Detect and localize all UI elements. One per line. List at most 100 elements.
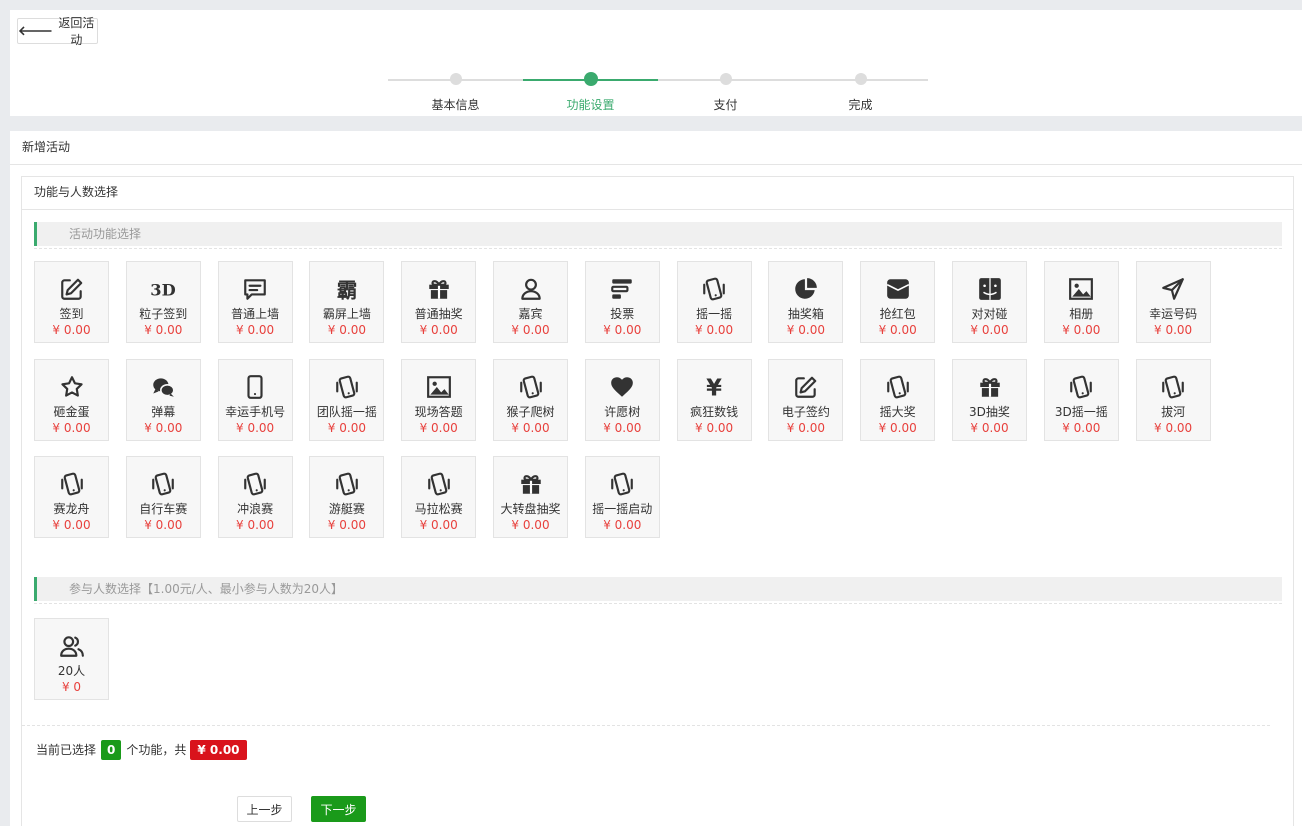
feature-card[interactable]: 摇一摇 ¥ 0.00 [676,261,752,343]
feature-card[interactable]: 签到 ¥ 0.00 [34,261,109,343]
feature-card[interactable]: 猴子爬树 ¥ 0.00 [493,358,568,441]
feature-card[interactable]: 投票 ¥ 0.00 [584,261,660,343]
total-price-badge: ¥ 0.00 [190,740,247,760]
next-step-button[interactable]: 下一步 [311,796,366,822]
feature-card[interactable]: 许愿树 ¥ 0.00 [584,358,660,441]
envelope-icon [885,276,911,302]
feature-card[interactable]: 普通抽奖 ¥ 0.00 [401,261,477,343]
feature-selection-box: 功能与人数选择 活动功能选择 签到 ¥ 0.00 3D 粒子签到 ¥ 0.00 普通上墙 ¥… [21,176,1294,826]
card-price: ¥ 0.00 [52,420,91,435]
card-name: 抢红包 [879,307,916,321]
features-heading: 活动功能选择 [34,222,1282,249]
card-name: 电子签约 [781,404,830,419]
feature-card[interactable]: 霸霸屏上墙 ¥ 0.00 [309,261,385,343]
card-price: ¥ 0.00 [236,518,275,532]
prev-step-button[interactable]: 上一步 [237,796,292,822]
card-name: 粒子签到 [139,307,188,321]
feature-card[interactable]: 相册 ¥ 0.00 [1043,261,1119,343]
pie-chart-icon [793,276,819,302]
shake-phone-icon [150,471,176,497]
feature-card[interactable]: 现场答题 ¥ 0.00 [401,358,477,441]
message-icon [242,276,268,302]
step-label: 完成 [848,98,873,112]
svg-text:霸: 霸 [337,279,358,302]
feature-card[interactable]: 拔河 ¥ 0.00 [1135,358,1211,441]
card-name: 砸金蛋 [53,404,90,419]
mobile-icon [242,374,268,400]
feature-card[interactable]: 团队摇一摇 ¥ 0.00 [309,358,385,441]
bars-icon [609,276,635,302]
card-price: ¥ 0.00 [786,420,825,435]
card-price: ¥ 0.00 [236,420,275,435]
feature-card[interactable]: 摇一摇启动 ¥ 0.00 [584,456,660,538]
card-price: ¥ 0.00 [511,323,550,337]
feature-card[interactable]: 对对碰 ¥ 0.00 [952,261,1027,343]
feature-card[interactable]: 摇大奖 ¥ 0.00 [860,358,936,441]
feature-card[interactable]: 马拉松赛 ¥ 0.00 [401,456,477,538]
edit-icon [793,374,819,400]
step-dot [854,73,867,85]
users-icon [59,633,85,659]
step-feature-settings: 功能设置 [523,70,658,113]
selected-count-badge: 0 [101,740,122,760]
feature-card[interactable]: 砸金蛋 ¥ 0.00 [34,358,109,441]
feature-card[interactable]: 赛龙舟 ¥ 0.00 [34,456,109,538]
feature-card[interactable]: 普通上墙 ¥ 0.00 [217,261,293,343]
feature-card[interactable]: 大转盘抽奖 ¥ 0.00 [493,456,568,538]
card-name: 冲浪赛 [237,502,274,516]
card-price: ¥ 0.00 [603,323,642,337]
back-to-activities-button[interactable]: 🡐 返回活动 [17,16,98,47]
card-price: ¥ 0.00 [419,323,458,337]
feature-card[interactable]: 抢红包 ¥ 0.00 [860,261,936,343]
image-icon [1068,276,1094,302]
feature-card[interactable]: 幸运手机号 ¥ 0.00 [217,358,293,441]
card-price: ¥ 0.00 [1154,323,1193,337]
shake-phone-icon [1160,374,1186,400]
feature-card[interactable]: 自行车赛 ¥ 0.00 [125,456,201,538]
card-name: 现场答题 [414,404,463,419]
feature-card[interactable]: 电子签约 ¥ 0.00 [768,358,844,441]
card-name: 猴子爬树 [506,404,555,419]
summary-prefix: 当前已选择 [36,743,97,757]
participant-card[interactable]: 20人 ¥ 0 [34,618,109,700]
card-price: ¥ 0.00 [511,420,550,435]
feature-card[interactable]: 3D抽奖 ¥ 0.00 [952,358,1027,441]
card-name: 弹幕 [151,404,176,419]
feature-card[interactable]: 抽奖箱 ¥ 0.00 [768,261,844,343]
svg-text:¥: ¥ [706,375,722,399]
comments-icon [150,374,176,400]
shake-phone-icon [334,374,360,400]
shake-phone-icon [609,471,635,497]
shake-phone-icon [426,471,452,497]
feature-card[interactable]: 弹幕 ¥ 0.00 [125,358,201,441]
step-label: 支付 [713,98,738,112]
selection-summary: 当前已选择 0 个功能，共 ¥ 0.00 [36,740,247,760]
shake-phone-icon [885,374,911,400]
feature-card[interactable]: ¥ 疯狂数钱 ¥ 0.00 [676,358,752,441]
feature-card[interactable]: 嘉宾 ¥ 0.00 [493,261,568,343]
card-name: 20人 [57,664,86,678]
section-title: 功能与人数选择 [22,177,1293,210]
card-name: 3D摇一摇 [1054,404,1108,419]
card-name: 大转盘抽奖 [500,502,561,516]
shake-phone-icon [518,374,544,400]
feature-card[interactable]: 3D摇一摇 ¥ 0.00 [1043,358,1119,441]
gift-icon [518,471,544,497]
card-price: ¥ 0.00 [1154,420,1193,435]
card-price: ¥ 0.00 [603,420,642,435]
summary-middle: 个功能，共 [126,743,187,757]
card-price: ¥ 0.00 [144,518,183,532]
feature-card[interactable]: 3D 粒子签到 ¥ 0.00 [125,261,201,343]
feature-card[interactable]: 幸运号码 ¥ 0.00 [1135,261,1211,343]
card-price: ¥ 0.00 [236,323,275,337]
yen-icon: ¥ [701,374,727,399]
card-price: ¥ 0.00 [327,518,366,532]
card-name: 自行车赛 [139,502,188,516]
card-price: ¥ 0.00 [695,323,734,337]
card-name: 拔河 [1161,404,1186,419]
shake-phone-icon [701,276,727,302]
card-price: ¥ 0.00 [970,420,1009,435]
step-label: 功能设置 [566,98,615,112]
feature-card[interactable]: 游艇赛 ¥ 0.00 [309,456,385,538]
feature-card[interactable]: 冲浪赛 ¥ 0.00 [217,456,293,538]
